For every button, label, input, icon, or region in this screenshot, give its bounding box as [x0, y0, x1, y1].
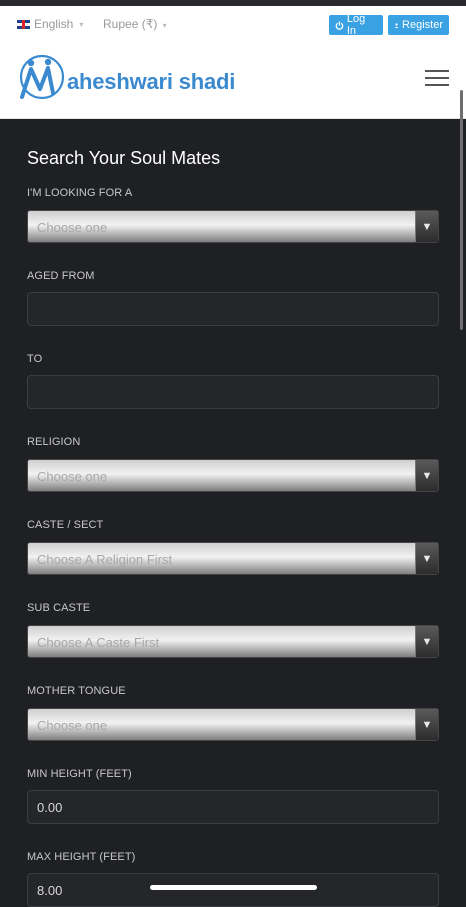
sub-caste-placeholder: Choose A Caste First: [37, 635, 160, 650]
to-label: TO: [27, 353, 43, 365]
currency-selector[interactable]: Rupee (₹) ▾: [103, 17, 167, 31]
religion-placeholder: Choose one: [37, 469, 108, 484]
logo-text: aheshwari shadi: [67, 69, 236, 94]
sub-caste-label: SUB CASTE: [27, 602, 91, 614]
max-height-label: MAX HEIGHT (FEET): [27, 851, 136, 863]
max-height-input[interactable]: 8.00: [27, 873, 439, 907]
dropdown-arrow-icon: ▼: [415, 709, 438, 740]
top-bar: English ▾ Rupee (₹) ▾ Log In Register: [0, 6, 466, 43]
mother-tongue-placeholder: Choose one: [37, 718, 108, 733]
aged-from-input[interactable]: [27, 292, 439, 326]
mother-tongue-select[interactable]: Choose one ▼: [27, 708, 439, 741]
looking-for-label: I'M LOOKING FOR A: [27, 187, 133, 199]
sub-caste-select[interactable]: Choose A Caste First ▼: [27, 625, 439, 658]
uk-flag-icon: [17, 19, 30, 29]
aged-to-input[interactable]: [27, 375, 439, 409]
language-selector[interactable]: English ▾: [17, 17, 83, 31]
looking-for-select[interactable]: Choose one ▼: [27, 210, 439, 243]
dropdown-arrow-icon: ▼: [415, 543, 438, 574]
mother-tongue-label: MOTHER TONGUE: [27, 685, 126, 697]
user-icon: [394, 22, 399, 28]
min-height-input[interactable]: 0.00: [27, 790, 439, 824]
religion-label: RELIGION: [27, 436, 81, 448]
currency-label: Rupee (₹): [103, 17, 158, 31]
dropdown-arrow-icon: ▼: [415, 211, 438, 242]
chevron-down-icon: ▾: [162, 21, 167, 30]
scrollbar[interactable]: [460, 90, 463, 330]
religion-select[interactable]: Choose one ▼: [27, 459, 439, 492]
page-title: Search Your Soul Mates: [27, 148, 221, 168]
looking-for-placeholder: Choose one: [37, 220, 108, 235]
power-icon: [335, 21, 344, 30]
chevron-down-icon: ▾: [79, 19, 84, 29]
register-button[interactable]: Register: [388, 15, 449, 35]
dropdown-arrow-icon: ▼: [415, 626, 438, 657]
site-header: aheshwari shadi: [0, 43, 466, 119]
login-label: Log In: [346, 13, 366, 37]
caste-select[interactable]: Choose A Religion First ▼: [27, 542, 439, 575]
hamburger-menu-icon[interactable]: [425, 70, 449, 88]
caste-placeholder: Choose A Religion First: [37, 552, 173, 567]
register-label: Register: [402, 19, 443, 31]
min-height-label: MIN HEIGHT (FEET): [27, 768, 132, 780]
login-button[interactable]: Log In: [329, 13, 383, 37]
caste-label: CASTE / SECT: [27, 519, 104, 531]
home-indicator[interactable]: [150, 885, 317, 890]
language-label: English: [34, 17, 74, 31]
aged-from-label: AGED FROM: [27, 270, 95, 282]
logo-icon[interactable]: [18, 53, 66, 103]
dropdown-arrow-icon: ▼: [415, 460, 438, 491]
